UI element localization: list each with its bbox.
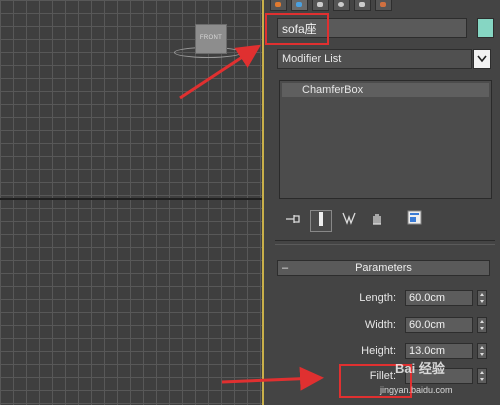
annotation-arrow-name <box>179 44 262 100</box>
watermark-url: jingyan.baidu.com <box>380 385 453 395</box>
annotation-arrow-fillet <box>221 366 324 391</box>
annotation-arrows <box>179 44 324 391</box>
watermark-brand: Bai 经验 <box>395 361 445 376</box>
